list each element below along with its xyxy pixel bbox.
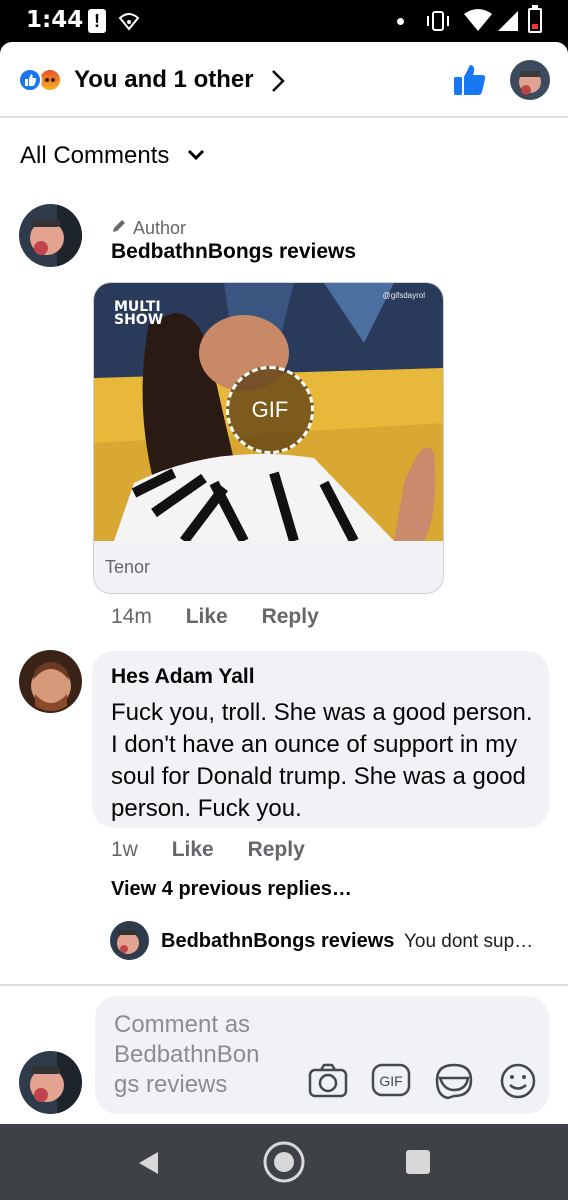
svg-text:GIF: GIF — [379, 1073, 402, 1089]
status-time: 1:44 — [26, 7, 84, 33]
comment-input-placeholder: Comment as BedbathnBon gs reviews — [114, 1011, 260, 1098]
comment-time: 1w — [111, 838, 138, 861]
like-reaction-icon — [18, 68, 42, 92]
comment-author[interactable]: Hes Adam Yall — [111, 665, 255, 689]
vibrate-icon — [425, 10, 451, 37]
back-icon[interactable] — [136, 1150, 160, 1181]
comment-text: Fuck you, troll. She was a good person. … — [111, 699, 533, 822]
comment-time: 14m — [111, 605, 152, 628]
comment-filter[interactable]: All Comments — [20, 142, 169, 170]
notification-dot — [397, 18, 404, 25]
home-icon[interactable] — [262, 1140, 306, 1189]
recent-apps-icon[interactable] — [406, 1150, 430, 1174]
system-nav-bar — [0, 1124, 568, 1200]
author-badge: Author — [111, 218, 186, 239]
gif-source: Tenor — [105, 557, 151, 577]
gif-play-badge[interactable]: GIF — [226, 366, 314, 454]
reply-link[interactable]: Reply — [262, 605, 319, 628]
comment-bubble[interactable]: Hes Adam Yall Fuck you, troll. She was a… — [92, 651, 549, 828]
divider — [0, 984, 568, 986]
reply-link[interactable]: Reply — [248, 838, 305, 861]
comment-input[interactable]: Comment as BedbathnBon gs reviews GIF — [95, 996, 549, 1114]
signal-icon — [496, 9, 520, 38]
reply-preview-text: You dont sup… — [403, 931, 534, 952]
gif-credit: @gifsdayrol — [382, 291, 425, 300]
gif-icon[interactable]: GIF — [371, 1062, 411, 1103]
emoji-icon[interactable] — [498, 1062, 538, 1105]
gif-attachment[interactable]: MULTI SHOW @gifsdayrol GIF Tenor — [93, 282, 444, 594]
battery-low-icon — [528, 5, 542, 33]
comment-meta: 14m Like Reply — [111, 605, 347, 629]
avatar[interactable] — [19, 204, 82, 267]
avatar[interactable] — [510, 60, 550, 100]
pencil-icon — [111, 218, 127, 239]
reactions-summary[interactable]: You and 1 other — [74, 66, 254, 94]
author-badge-label: Author — [133, 218, 187, 238]
avatar — [19, 1051, 82, 1114]
chevron-down-icon[interactable] — [186, 148, 206, 167]
gif-watermark-text: MULTI SHOW — [114, 299, 164, 328]
reply-author[interactable]: BedbathnBongs reviews — [161, 930, 394, 952]
wifi-icon — [463, 8, 493, 37]
gif-watermark: MULTI SHOW — [114, 299, 164, 328]
avatar[interactable] — [19, 650, 82, 713]
reply-preview-row[interactable]: BedbathnBongs reviews You dont sup… — [161, 930, 546, 953]
comment-author[interactable]: BedbathnBongs reviews — [111, 240, 356, 264]
alert-icon: ! — [88, 9, 106, 33]
avatar[interactable] — [110, 921, 149, 960]
reactions-header[interactable]: You and 1 other — [0, 42, 568, 118]
view-previous-replies[interactable]: View 4 previous replies… — [111, 878, 352, 901]
camera-icon[interactable] — [308, 1062, 348, 1103]
chevron-right-icon[interactable] — [270, 68, 286, 99]
comments-sheet: You and 1 other All Comments Author Bedb… — [0, 42, 568, 1124]
sticker-icon[interactable] — [434, 1062, 474, 1105]
status-bar: 1:44 ! — [0, 0, 568, 42]
like-button[interactable] — [452, 62, 488, 103]
wifi-icon — [118, 10, 140, 37]
comment-meta: 1w Like Reply — [111, 838, 333, 862]
like-link[interactable]: Like — [186, 605, 228, 628]
like-link[interactable]: Like — [172, 838, 214, 861]
